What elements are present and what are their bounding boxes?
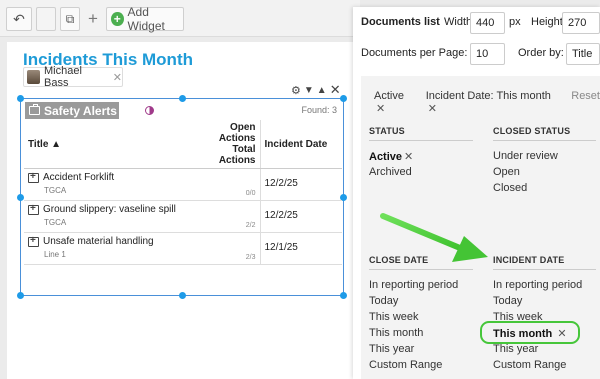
add-widget-label: Add Widget (127, 5, 165, 33)
order-by-label: Order by: (518, 47, 564, 59)
table-row[interactable]: Accident Forklift TGCA 0/0 12/2/25 (24, 168, 342, 201)
table-row[interactable]: Ground slippery: vaseline spill TGCA 2/2… (24, 200, 342, 233)
active-filter-chip[interactable]: Incident Date: This month ✕ (426, 90, 558, 115)
resize-handle-left[interactable] (17, 194, 24, 201)
remove-filter-icon[interactable]: ✕ (376, 103, 385, 115)
divider (369, 140, 473, 141)
actions-column-header[interactable]: Open Actions Total Actions (196, 120, 261, 169)
table-header-row: Title ▲ Open Actions Total Actions Incid… (24, 120, 342, 169)
close-date-option[interactable]: This month (369, 327, 423, 339)
briefcase-icon (29, 104, 40, 115)
closed-status-option-under-review[interactable]: Under review (493, 150, 558, 162)
undo-button[interactable]: ↶ (6, 7, 32, 31)
incident-date-option[interactable]: In reporting period (493, 279, 582, 291)
close-date-option[interactable]: Today (369, 295, 398, 307)
resize-handle-bottom-left[interactable] (17, 292, 24, 299)
widget-type-tag: Safety Alerts (25, 102, 119, 119)
title-column-header[interactable]: Title ▲ (24, 120, 196, 169)
row-location: TGCA (44, 186, 67, 195)
first-aid-kit-icon (28, 235, 39, 247)
divider (493, 269, 596, 270)
row-actions: 2/3 (196, 232, 261, 265)
resize-handle-bottom[interactable] (179, 292, 186, 299)
incident-date-option[interactable]: Today (493, 295, 522, 307)
actions-header-line2: Total Actions (218, 144, 256, 166)
widget-controls: ⚙ ▼ ▲ ✕ (291, 82, 341, 98)
row-actions: 0/0 (196, 168, 261, 201)
height-input[interactable] (562, 12, 600, 34)
row-location: TGCA (44, 218, 67, 227)
copy-icon: ⧉ (65, 11, 75, 26)
width-input[interactable] (470, 12, 505, 34)
table-row[interactable]: Unsafe material handling Line 1 2/3 12/1… (24, 232, 342, 265)
status-option-active[interactable]: Active ✕ (369, 150, 413, 163)
date-column-header[interactable]: Incident Date (260, 120, 342, 169)
status-option-label: Active (369, 151, 403, 163)
active-filter-chip[interactable]: Active ✕ (374, 90, 416, 115)
row-date: 12/1/25 (260, 232, 342, 265)
divider (369, 269, 473, 270)
gear-icon[interactable]: ⚙ (291, 84, 301, 97)
widget-header: Safety Alerts Found: 3 (23, 101, 341, 119)
close-date-option[interactable]: Custom Range (369, 359, 442, 371)
plus-icon: + (88, 9, 98, 28)
close-icon[interactable]: ✕ (330, 82, 341, 98)
blank-button[interactable] (36, 7, 56, 31)
first-aid-kit-icon (28, 203, 39, 215)
resize-handle-top-right[interactable] (340, 95, 347, 102)
status-option-archived[interactable]: Archived (369, 166, 412, 178)
per-page-label: Documents per Page: (361, 47, 468, 59)
widget-type-label: Documents list (361, 16, 440, 28)
per-page-input[interactable] (470, 43, 505, 65)
first-aid-kit-icon (28, 171, 39, 183)
close-date-option[interactable]: This year (369, 343, 414, 355)
row-date: 12/2/25 (260, 168, 342, 201)
closed-status-option-closed[interactable]: Closed (493, 182, 527, 194)
add-widget-button[interactable]: + Add Widget (106, 5, 184, 33)
chevron-up-icon[interactable]: ▲ (317, 85, 327, 96)
incident-date-option[interactable]: This year (493, 343, 538, 355)
avatar (27, 70, 40, 84)
row-title[interactable]: Unsafe material handling (43, 236, 154, 247)
reset-button[interactable]: Reset (571, 90, 600, 115)
found-count: Found: 3 (301, 105, 337, 115)
row-location: Line 1 (44, 250, 66, 259)
documents-table: Title ▲ Open Actions Total Actions Incid… (24, 120, 342, 265)
closed-status-option-open[interactable]: Open (493, 166, 520, 178)
height-label: Height: (531, 16, 566, 28)
row-title[interactable]: Ground slippery: vaseline spill (43, 204, 176, 215)
toolbar: ↶ ⧉ + + Add Widget (0, 0, 360, 37)
order-by-select[interactable]: Title (566, 43, 600, 65)
actions-header-line1: Open Actions (218, 122, 256, 144)
add-button[interactable]: + (84, 7, 102, 31)
close-date-section-title: CLOSE DATE (369, 255, 429, 265)
active-filter-label: Active (374, 90, 404, 102)
active-filters-bar: Active ✕ Incident Date: This month ✕ Res… (374, 90, 600, 115)
close-date-option[interactable]: In reporting period (369, 279, 458, 291)
duplicate-button[interactable]: ⧉ (60, 7, 80, 31)
chevron-down-icon[interactable]: ▼ (304, 85, 314, 96)
user-chip-label: Michael Bass (44, 65, 82, 89)
undo-icon: ↶ (13, 10, 25, 27)
closed-status-section-title: CLOSED STATUS (493, 126, 571, 136)
divider (493, 140, 596, 141)
status-section-title: STATUS (369, 126, 405, 136)
row-actions: 2/2 (196, 200, 261, 233)
row-date: 12/2/25 (260, 200, 342, 233)
highlight-box (480, 321, 580, 344)
width-unit: px (509, 16, 521, 28)
incident-date-section-title: INCIDENT DATE (493, 255, 565, 265)
row-title[interactable]: Accident Forklift (43, 172, 114, 183)
contrast-icon[interactable] (145, 106, 154, 115)
resize-handle-bottom-right[interactable] (340, 292, 347, 299)
close-date-option[interactable]: This week (369, 311, 419, 323)
remove-filter-icon[interactable]: ✕ (404, 151, 413, 163)
plus-circle-icon: + (111, 12, 124, 26)
user-chip[interactable]: Michael Bass ✕ (23, 65, 123, 89)
active-filter-label: Incident Date: This month (425, 90, 551, 102)
remove-filter-icon[interactable]: ✕ (428, 103, 437, 115)
remove-user-icon[interactable]: ✕ (113, 71, 122, 84)
incident-date-option[interactable]: Custom Range (493, 359, 566, 371)
widget-name: Safety Alerts (44, 103, 117, 118)
